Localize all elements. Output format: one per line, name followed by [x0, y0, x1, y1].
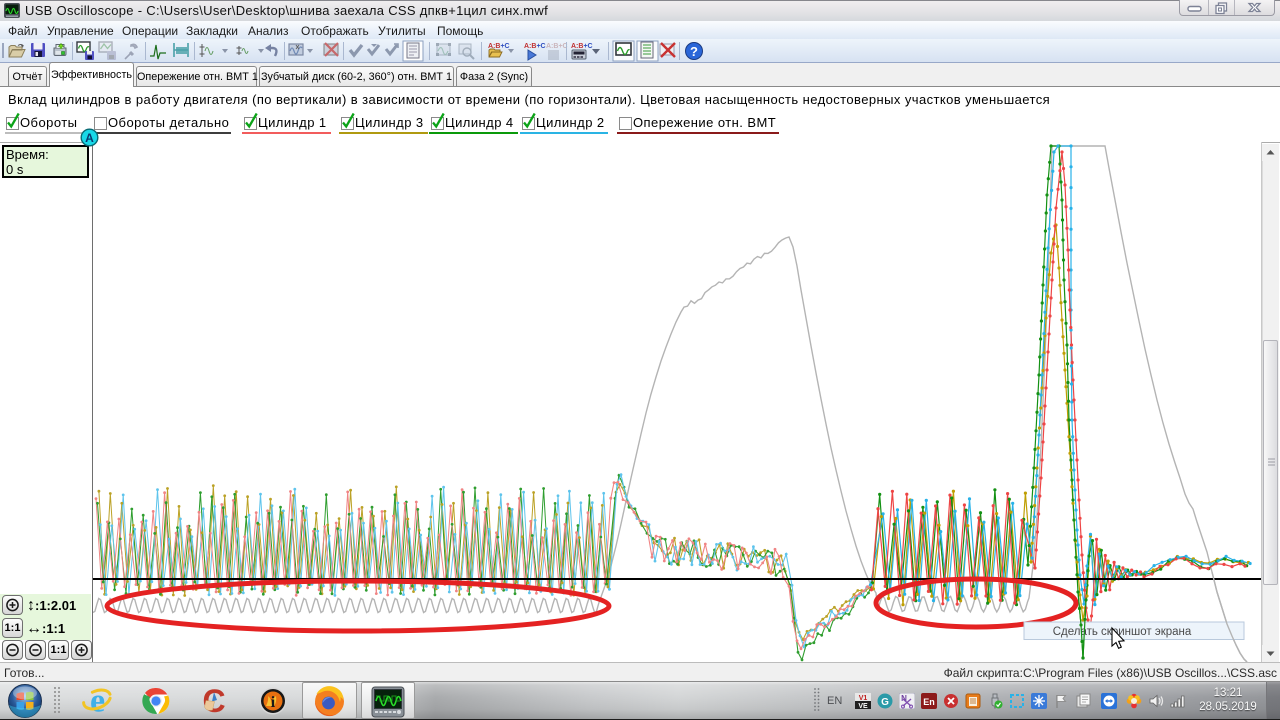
svg-text:A:B+C: A:B+C — [546, 43, 568, 50]
svg-text:En: En — [923, 697, 935, 707]
svg-text:i: i — [271, 694, 276, 711]
svg-text:G: G — [881, 697, 889, 708]
svg-text:A: A — [85, 131, 94, 145]
svg-text:A:B+C: A:B+C — [524, 43, 546, 50]
svg-text:VE: VE — [858, 703, 868, 709]
svg-text:Сделать скриншот экрана: Сделать скриншот экрана — [1053, 626, 1192, 638]
svg-text:?: ? — [690, 44, 698, 59]
svg-text:V1: V1 — [859, 695, 868, 702]
svg-text:A:B+C: A:B+C — [571, 43, 593, 50]
